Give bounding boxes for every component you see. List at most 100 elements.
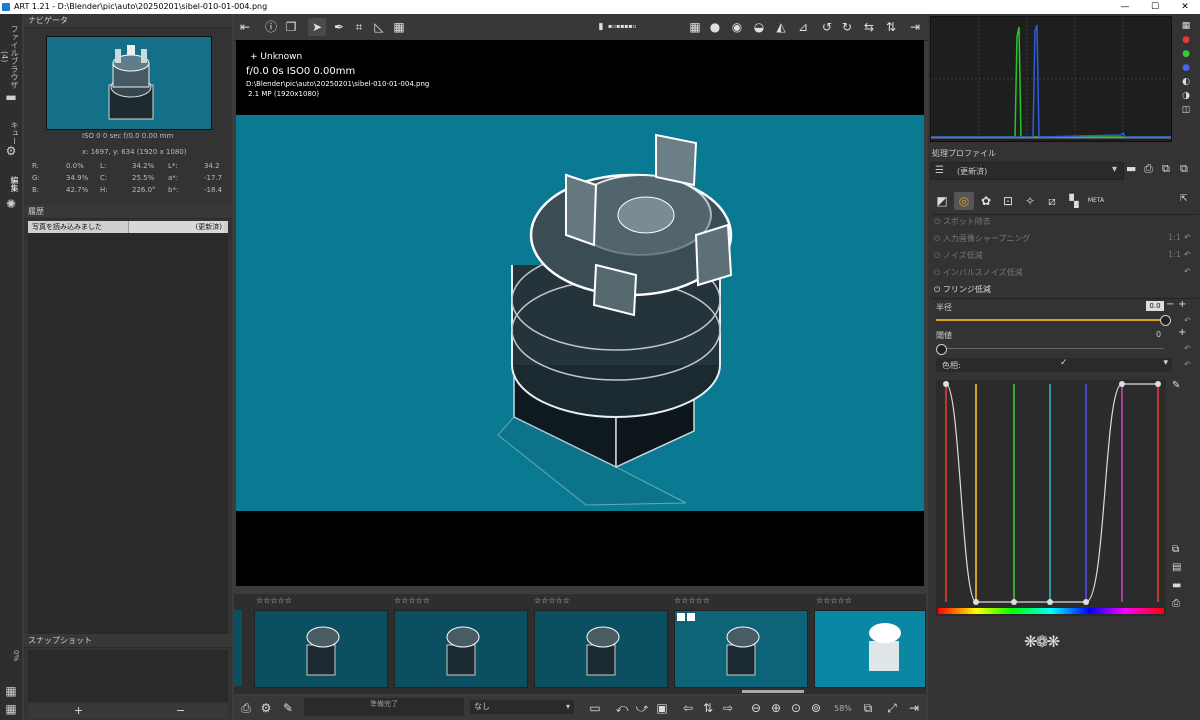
hue-curve-editor[interactable] (936, 380, 1166, 616)
compare-icon[interactable]: ▣ (654, 700, 670, 716)
radius-slider[interactable] (936, 319, 1164, 321)
zoom-in-icon[interactable]: ⊕ (768, 700, 784, 716)
rotate-right-icon[interactable]: ↻ (838, 18, 856, 36)
color-swatch-icon[interactable]: ▭ (582, 700, 608, 716)
save-icon[interactable]: ⎙ (238, 700, 254, 716)
snapshot-remove-button[interactable]: − (176, 704, 185, 717)
threshold-slider-handle[interactable] (936, 344, 947, 355)
image-view[interactable]: + Unknown f/0.0 0s ISO0 0.00mm D:\Blende… (236, 40, 924, 586)
filmstrip[interactable]: ☆☆☆☆☆ ☆☆☆☆☆ ☆☆☆☆☆ ☆☆☆☆☆ ☆☆☆☆☆ (234, 594, 926, 694)
tool-tab-effects-icon[interactable]: ✧ (1020, 192, 1040, 210)
info-icon[interactable]: ⓘ (262, 18, 280, 36)
hide-right-panel-icon[interactable]: ⇥ (906, 18, 924, 36)
power-icon[interactable]: ⏻ (934, 217, 943, 226)
histogram[interactable] (930, 16, 1172, 142)
thumb1-stars[interactable]: ☆☆☆☆☆ (256, 596, 292, 605)
tool-tab-color-icon[interactable]: ✿ (976, 192, 996, 210)
curve-paste-icon[interactable]: ▤ (1172, 562, 1181, 573)
zoom-out-icon[interactable]: ⊖ (748, 700, 764, 716)
main-photo[interactable] (236, 115, 924, 511)
close-button[interactable]: ✕ (1170, 0, 1200, 14)
film-thumb[interactable] (394, 610, 528, 688)
profile-paste-icon[interactable]: ⧉ (1180, 162, 1188, 176)
curve-load-icon[interactable]: ▬ (1172, 580, 1181, 591)
tool-tab-transform-icon[interactable]: ⧄ (1042, 192, 1062, 210)
pipette-icon[interactable]: ✎ (1172, 380, 1180, 391)
radius-minus-button[interactable]: − (1166, 299, 1174, 310)
raw-icon[interactable]: ◫ (1180, 104, 1192, 116)
straighten-icon[interactable]: ◺ (370, 18, 388, 36)
reset-icon[interactable]: ↶ (1184, 233, 1191, 242)
thumb4-stars[interactable]: ☆☆☆☆☆ (674, 596, 710, 605)
threshold-plus-button[interactable]: + (1178, 327, 1186, 338)
toggle-panels-icon[interactable]: ⇥ (906, 700, 922, 716)
blue-channel-icon[interactable]: ● (1180, 62, 1192, 74)
filmstrip-scrollbar[interactable] (742, 690, 804, 693)
queue-icon[interactable]: ⚙ (258, 700, 274, 716)
next-image-icon[interactable]: ⇨ (720, 700, 736, 716)
grid-icon[interactable]: ▦ (4, 684, 18, 698)
levels-icon[interactable]: ⊿ (794, 18, 812, 36)
tool-fringe-reduction[interactable]: ⏻ フリンジ低減 (934, 284, 991, 295)
history-next-icon[interactable]: ⤻ (634, 700, 650, 716)
chroma-icon[interactable]: ◑ (1180, 90, 1192, 102)
zoom-100-icon[interactable]: ⊚ (808, 700, 824, 716)
gamut-icon[interactable]: ◭ (772, 18, 790, 36)
color-picker-icon[interactable]: ✒ (330, 18, 348, 36)
profile-save-icon[interactable]: ⎙ (1144, 162, 1153, 176)
tool-input-sharpening[interactable]: ⏻ 入力画像シャープニング (934, 233, 1030, 244)
before-after-icon[interactable]: ❐ (282, 18, 300, 36)
channel-selector-icon[interactable]: ▪▫▪▪▪▪▫ (608, 18, 636, 36)
histogram-mode-icon[interactable]: ▦ (1180, 20, 1192, 32)
history-list[interactable]: 写真を読み込みました (更新済) (28, 221, 228, 634)
green-channel-icon[interactable]: ● (1180, 48, 1192, 60)
film-thumb[interactable] (814, 610, 926, 688)
luminance-icon[interactable]: ◐ (1180, 76, 1192, 88)
preview-modes-icon[interactable]: ▦ (686, 18, 704, 36)
reset-icon[interactable]: ↶ (1184, 267, 1191, 276)
film-thumb-selected[interactable] (674, 610, 808, 688)
history-prev-icon[interactable]: ⤺ (614, 700, 630, 716)
thumb3-stars[interactable]: ☆☆☆☆☆ (534, 596, 570, 605)
folder-icon[interactable]: ▬ (4, 90, 18, 104)
power-icon[interactable]: ⏻ (934, 268, 943, 277)
profile-select[interactable]: なし ▾ (470, 700, 574, 714)
softproof-icon[interactable]: ◒ (750, 18, 768, 36)
hand-tool-icon[interactable]: ➤ (308, 18, 326, 36)
radius-plus-button[interactable]: + (1178, 299, 1186, 310)
zoom-fit-icon[interactable]: ⊙ (788, 700, 804, 716)
tool-tab-exposure-icon[interactable]: ◩ (932, 192, 952, 210)
profile-copy-icon[interactable]: ⧉ (1162, 162, 1170, 176)
warning-icon[interactable]: ◉ (728, 18, 746, 36)
power-icon[interactable]: ⏻ (934, 234, 943, 243)
grid2-icon[interactable]: ▦ (4, 702, 18, 716)
editor-icon[interactable]: ✎ (280, 700, 296, 716)
reset-icon[interactable]: ↶ (1184, 360, 1191, 369)
thumb2-stars[interactable]: ☆☆☆☆☆ (394, 596, 430, 605)
tool-tab-local-icon[interactable]: ⊡ (998, 192, 1018, 210)
reset-icon[interactable]: ↶ (1184, 316, 1191, 325)
tool-spot-removal[interactable]: ⏻ スポット除去 (934, 216, 991, 227)
rotate-left-icon[interactable]: ↺ (818, 18, 836, 36)
maximize-button[interactable]: ☐ (1140, 0, 1170, 14)
thumb5-stars[interactable]: ☆☆☆☆☆ (816, 596, 852, 605)
tab-edit[interactable]: 編集 (2, 172, 20, 196)
threshold-input[interactable]: 0 (1156, 330, 1161, 339)
history-item[interactable]: 写真を読み込みました (更新済) (28, 221, 228, 233)
flip-horizontal-icon[interactable]: ⇆ (860, 18, 878, 36)
new-window-icon[interactable]: ⧉ (860, 700, 876, 716)
minimize-button[interactable]: — (1110, 0, 1140, 14)
red-channel-icon[interactable]: ● (1180, 34, 1192, 46)
snapshot-list[interactable] (28, 650, 228, 702)
hide-left-panel-icon[interactable]: ⇤ (236, 18, 254, 36)
film-thumb[interactable] (254, 610, 388, 688)
tool-noise-reduction[interactable]: ⏻ ノイズ低減 (934, 250, 983, 261)
film-thumb[interactable] (534, 610, 668, 688)
previous-image-icon[interactable]: ⇦ (680, 700, 696, 716)
aperture-icon[interactable]: ✺ (4, 197, 18, 211)
radius-input[interactable]: 0.0 (1146, 301, 1164, 311)
gear-icon[interactable]: ⚙ (4, 144, 18, 158)
film-thumb-partial[interactable] (234, 610, 242, 686)
tool-tab-meta-icon[interactable]: META (1086, 192, 1106, 210)
reset-icon[interactable]: ↶ (1184, 250, 1191, 259)
